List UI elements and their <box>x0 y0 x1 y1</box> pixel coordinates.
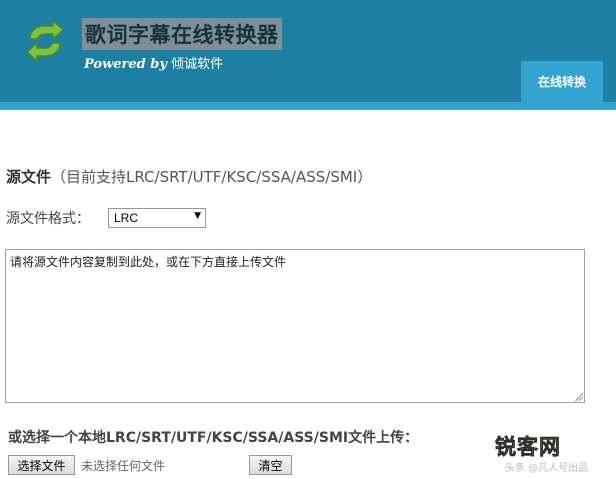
powered-by-prefix: Powered by <box>84 57 167 72</box>
source-content-placeholder: 请将源文件内容复制到此处，或在下方直接上传文件 <box>10 255 287 269</box>
file-status: 未选择任何文件 <box>81 459 166 473</box>
powered-by-name: 倾诚软件 <box>171 57 224 72</box>
dropdown-arrow-icon: ▼ <box>194 211 201 221</box>
powered-by: Powered by 倾诚软件 <box>84 53 223 72</box>
watermark-sub: 头条 @凡人号出品 <box>505 463 589 474</box>
upload-title: 或选择一个本地LRC/SRT/UTF/KSC/SSA/ASS/SMI文件上传： <box>8 430 419 446</box>
page-title: 歌词字幕在线转换器 <box>82 18 282 50</box>
source-format-select[interactable]: LRC ▼ <box>108 208 206 228</box>
source-format-label: 源文件格式： <box>6 211 90 227</box>
watermark-logo: 锐客网 <box>495 435 561 460</box>
choose-file-button[interactable]: 选择文件 <box>8 455 75 475</box>
tab-online-convert[interactable]: 在线转换 <box>521 61 603 102</box>
source-content-textarea[interactable]: 请将源文件内容复制到此处，或在下方直接上传文件 <box>5 249 585 403</box>
header-accent-bar <box>0 102 616 110</box>
resize-handle-icon[interactable] <box>574 392 583 401</box>
app-header: 歌词字幕在线转换器 Powered by 倾诚软件 在线转换 <box>0 0 616 102</box>
clear-button[interactable]: 清空 <box>249 455 292 475</box>
source-format-value: LRC <box>114 211 139 225</box>
source-section-title: 源文件（目前支持LRC/SRT/UTF/KSC/SSA/ASS/SMI） <box>6 166 372 187</box>
source-title: 源文件 <box>6 168 52 186</box>
watermark: 锐客网 头条 @凡人号出品 <box>495 431 588 474</box>
source-formats-hint: （目前支持LRC/SRT/UTF/KSC/SSA/ASS/SMI） <box>51 168 373 186</box>
convert-arrows-icon <box>25 19 65 63</box>
